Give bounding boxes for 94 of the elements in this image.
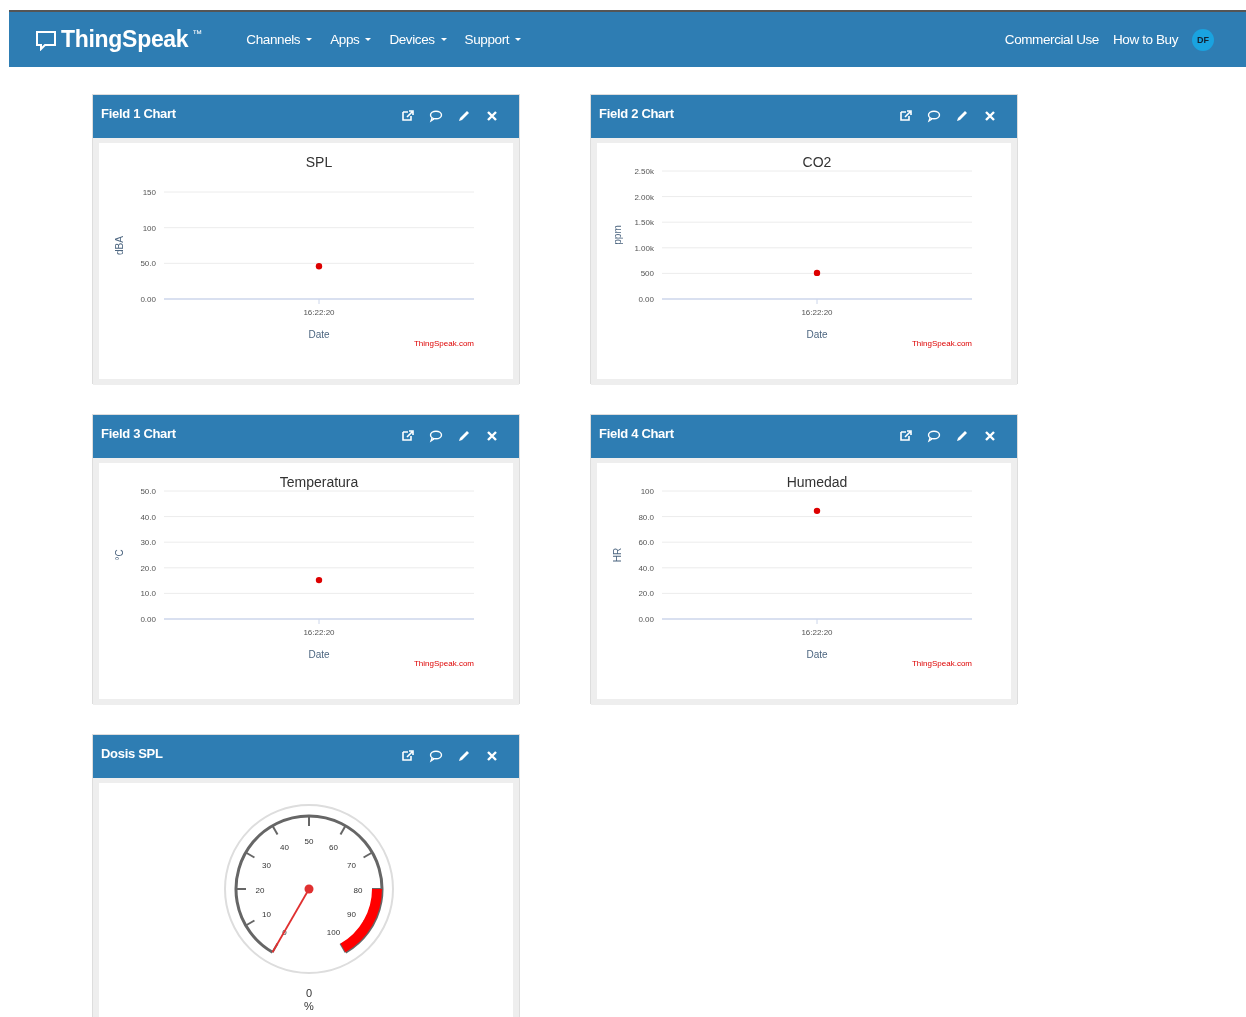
external-link-icon[interactable] <box>401 109 415 123</box>
y-tick-label: 1.50k <box>634 218 654 228</box>
y-tick-label: 10.0 <box>140 589 156 599</box>
nav-menu[interactable]: Devices <box>389 32 447 47</box>
gauge-tick-label: 60 <box>329 843 338 853</box>
nav-menu[interactable]: Apps <box>330 32 372 47</box>
external-link-icon[interactable] <box>899 429 913 443</box>
nav-link[interactable]: How to Buy <box>1112 32 1178 47</box>
chart-title: Humedad <box>786 474 848 490</box>
gauge-tick-label: 90 <box>347 910 356 919</box>
y-tick-label: 2.50k <box>634 167 654 176</box>
pencil-icon[interactable] <box>457 109 471 123</box>
x-tick-label: 16:22:20 <box>801 308 833 317</box>
y-axis-title: HR <box>612 547 623 563</box>
nav-menu[interactable]: Channels <box>246 32 313 47</box>
y-tick-label: 40.0 <box>638 563 654 573</box>
gauge-alert-band <box>340 888 382 953</box>
data-point <box>813 507 821 515</box>
close-icon[interactable] <box>983 109 997 123</box>
card-title: Field 1 Chart <box>101 106 176 121</box>
y-tick-label: 30.0 <box>140 538 156 548</box>
user-avatar[interactable]: DF <box>1192 28 1214 51</box>
external-link-icon[interactable] <box>401 429 415 443</box>
card-title: Field 3 Chart <box>101 426 176 441</box>
y-tick-label: 0.00 <box>140 615 156 624</box>
gauge-tick-label: 70 <box>347 861 356 870</box>
brand-logo[interactable]: ThingSpeak $^{™}$ <box>35 26 203 53</box>
gauge-tick-label: 40 <box>280 843 289 853</box>
gauge-tick-label: 80 <box>353 885 363 895</box>
x-axis-title: Date <box>806 649 828 660</box>
y-tick-label: 20.0 <box>140 563 156 573</box>
y-axis-title: °C <box>114 549 125 561</box>
gauge-tick-label: 100 <box>326 927 341 937</box>
card-title: Field 2 Chart <box>599 106 674 121</box>
y-tick-label: 500 <box>640 269 654 279</box>
y-tick-label: 0.00 <box>638 615 654 624</box>
external-link-icon[interactable] <box>899 109 913 123</box>
comment-icon[interactable] <box>927 109 941 123</box>
comment-icon[interactable] <box>429 429 443 443</box>
close-icon[interactable] <box>983 429 997 443</box>
y-tick-label: 0.00 <box>140 295 156 304</box>
y-tick-label: 2.00k <box>634 192 654 202</box>
y-tick-label: 50.0 <box>140 487 156 496</box>
y-tick-label: 0.00 <box>638 295 654 304</box>
caret-icon <box>365 38 372 41</box>
chart-title: Temperatura <box>279 474 359 490</box>
gauge-tick-label: 20 <box>255 885 265 895</box>
chart-title: SPL <box>305 154 333 170</box>
close-icon[interactable] <box>485 429 499 443</box>
y-tick-label: 1.00k <box>634 243 654 253</box>
y-axis-title: dBA <box>114 236 125 255</box>
data-point <box>315 576 323 584</box>
chart-title: CO2 <box>802 154 832 170</box>
gauge-tick-label: 10 <box>262 910 271 919</box>
y-axis-title: ppm <box>612 225 623 245</box>
y-tick-label: 40.0 <box>140 512 156 522</box>
comment-icon[interactable] <box>429 109 443 123</box>
gauge-unit: % <box>304 1000 314 1012</box>
data-point <box>813 269 821 277</box>
pencil-icon[interactable] <box>457 749 471 763</box>
x-axis-title: Date <box>308 329 330 340</box>
comment-icon[interactable] <box>927 429 941 443</box>
pencil-icon[interactable] <box>955 429 969 443</box>
comment-icon[interactable] <box>429 749 443 763</box>
x-axis-title: Date <box>806 329 828 340</box>
caret-icon <box>515 38 522 41</box>
x-axis-title: Date <box>308 649 330 660</box>
nav-menu[interactable]: Support <box>464 32 522 47</box>
pencil-icon[interactable] <box>955 109 969 123</box>
pencil-icon[interactable] <box>457 429 471 443</box>
gauge-tick-label: 50 <box>304 836 314 846</box>
x-tick-label: 16:22:20 <box>303 628 335 637</box>
gauge-value: 0 <box>305 987 313 999</box>
gauge-needle <box>271 884 314 954</box>
x-tick-label: 16:22:20 <box>801 628 833 637</box>
y-tick-label: 80.0 <box>638 512 654 522</box>
card-title: Field 4 Chart <box>599 426 674 441</box>
y-tick-label: 150 <box>142 188 156 197</box>
y-tick-label: 100 <box>640 487 654 496</box>
y-tick-label: 50.0 <box>140 259 156 269</box>
speech-bubble-icon[interactable] <box>35 28 57 51</box>
nav-link[interactable]: Commercial Use <box>1004 32 1099 47</box>
external-link-icon[interactable] <box>401 749 415 763</box>
y-tick-label: 100 <box>142 223 156 233</box>
y-tick-label: 60.0 <box>638 538 654 548</box>
close-icon[interactable] <box>485 109 499 123</box>
data-point <box>315 263 323 270</box>
y-tick-label: 20.0 <box>638 589 654 599</box>
close-icon[interactable] <box>485 749 499 763</box>
caret-icon <box>440 38 447 41</box>
caret-icon <box>306 38 313 41</box>
gauge-tick-label: 30 <box>262 861 271 870</box>
x-tick-label: 16:22:20 <box>303 308 335 317</box>
card-title: Dosis SPL <box>101 746 163 761</box>
